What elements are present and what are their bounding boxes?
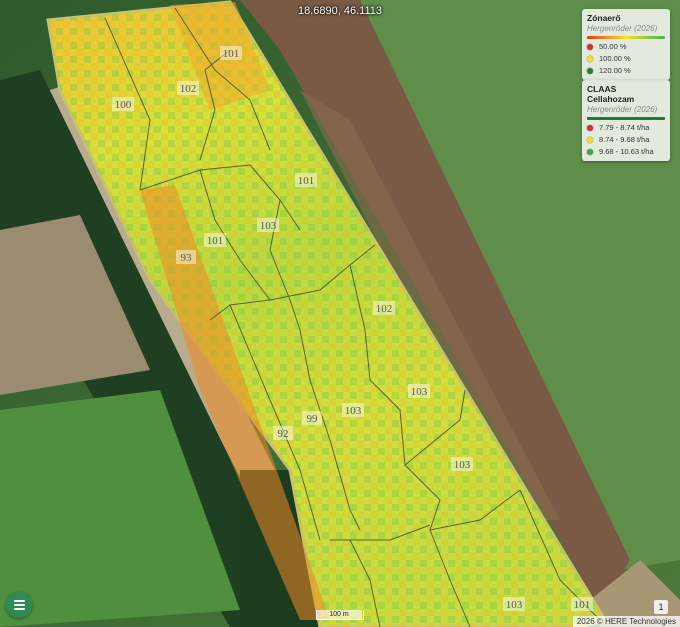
legend-gradient-bar xyxy=(587,117,665,120)
hamburger-icon xyxy=(13,600,25,602)
legend-zonaero: Zónaerő Hergenröder (2026) 50.00 % 100.0… xyxy=(582,9,670,80)
map-attribution: 2026 © HERE Technologies xyxy=(572,616,680,627)
hamburger-icon xyxy=(13,604,25,606)
zone-label: 103 xyxy=(454,459,471,471)
legend-subtitle: Hergenröder (2026) xyxy=(587,105,658,114)
zone-label: 92 xyxy=(278,428,289,440)
legend-item-label: 8.74 - 9.68 t/ha xyxy=(599,135,650,144)
coordinate-readout: 18.6890, 46.1113 xyxy=(297,5,382,17)
zone-label: 103 xyxy=(411,386,428,398)
zone-label: 102 xyxy=(180,83,197,95)
legend-item: 9.68 - 10.63 t/ha xyxy=(587,147,665,156)
hamburger-icon xyxy=(13,608,25,610)
legend-item-label: 100.00 % xyxy=(599,54,631,63)
layer-count-badge[interactable]: 1 xyxy=(654,600,668,614)
zone-label: 100 xyxy=(115,99,132,111)
legend-dot-icon xyxy=(587,55,593,62)
legend-item-label: 7.79 - 8.74 t/ha xyxy=(599,123,650,132)
legend-claas-cellahozam: CLAAS Cellahozam Hergenröder (2026) 7.79… xyxy=(582,80,670,161)
legend-item: 50.00 % xyxy=(587,42,665,51)
zone-label: 103 xyxy=(345,405,362,417)
scale-label: 100 m xyxy=(316,610,362,619)
legend-item-label: 9.68 - 10.63 t/ha xyxy=(599,147,654,156)
legend-item: 120.00 % xyxy=(587,66,665,75)
legend-dot-icon xyxy=(587,124,593,131)
zone-label: 93 xyxy=(181,252,193,264)
zone-label: 101 xyxy=(574,599,591,611)
legend-item: 7.79 - 8.74 t/ha xyxy=(587,123,665,132)
map-canvas[interactable]: 101 102 100 101 103 101 93 102 103 99 10… xyxy=(0,0,680,627)
legend-gradient-bar xyxy=(587,36,665,39)
zone-label: 103 xyxy=(506,599,523,611)
zone-label: 102 xyxy=(376,303,393,315)
legend-title: CLAAS Cellahozam xyxy=(587,84,635,104)
legend-item-label: 50.00 % xyxy=(599,42,627,51)
legend-title: Zónaerő xyxy=(587,13,621,23)
legend-dot-icon xyxy=(587,67,593,74)
zone-label: 101 xyxy=(298,175,315,187)
legend-item-label: 120.00 % xyxy=(599,66,631,75)
legend-dot-icon xyxy=(587,136,593,143)
legend-dot-icon xyxy=(587,43,593,50)
zone-label: 99 xyxy=(307,413,319,425)
legend-item: 8.74 - 9.68 t/ha xyxy=(587,135,665,144)
legend-dot-icon xyxy=(587,148,593,155)
zone-label: 101 xyxy=(207,235,224,247)
legend-subtitle: Hergenröder (2026) xyxy=(587,24,658,33)
zone-label: 101 xyxy=(223,48,240,60)
legend-item: 100.00 % xyxy=(587,54,665,63)
zone-label: 103 xyxy=(260,220,277,232)
menu-button[interactable] xyxy=(6,592,32,618)
